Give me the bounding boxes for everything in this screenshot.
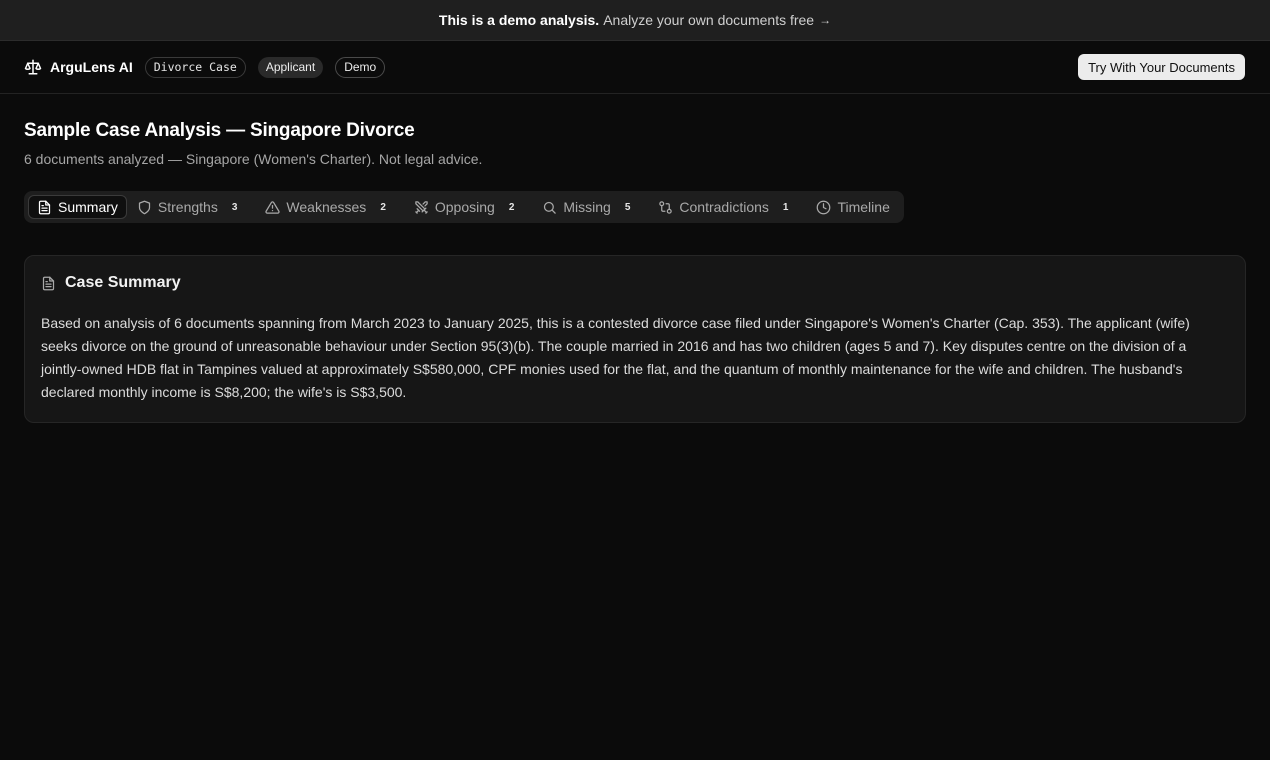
tab-label: Strengths (157, 199, 218, 215)
shield-icon (138, 200, 151, 214)
demo-chip: Demo (335, 56, 386, 78)
tab-count: 1 (782, 201, 789, 213)
tab-strengths[interactable]: Strengths 3 (129, 195, 256, 219)
tab-weaknesses[interactable]: Weaknesses 2 (257, 195, 403, 219)
tab-label: Contradictions (679, 199, 769, 215)
case-type-chip: Divorce Case (144, 56, 246, 78)
summary-text: Based on analysis of 6 documents spannin… (41, 315, 1190, 400)
document-icon (38, 200, 51, 214)
clock-icon (817, 200, 831, 214)
tab-missing[interactable]: Missing 5 (534, 195, 648, 219)
tab-opposing[interactable]: Opposing 2 (406, 195, 533, 219)
tab-count: 5 (624, 201, 631, 213)
tab-count: 3 (231, 201, 238, 213)
tab-label: Opposing (434, 199, 495, 215)
warning-icon (265, 200, 281, 214)
tab-contradictions[interactable]: Contradictions 1 (650, 195, 806, 219)
tab-count: 2 (380, 201, 386, 213)
card-title: Case Summary (65, 274, 181, 291)
demo-banner[interactable]: This is a demo analysis. Analyze your ow… (0, 0, 1270, 41)
brand[interactable]: ArguLens AI (24, 58, 133, 76)
tab-label: Summary (58, 199, 118, 215)
page-title: Sample Case Analysis — Singapore Divorce (24, 120, 415, 141)
tab-count: 2 (508, 201, 515, 213)
main-content: Sample Case Analysis — Singapore Divorce… (0, 94, 1270, 423)
try-with-documents-button[interactable]: Try With Your Documents (1078, 54, 1245, 80)
analysis-tabs: Summary Strengths 3 Weaknesses 2 Opposin… (24, 191, 904, 223)
banner-bold-text: This is a demo analysis. (438, 12, 600, 28)
document-icon (42, 276, 55, 290)
case-summary-card: Case Summary Based on analysis of 6 docu… (24, 255, 1246, 423)
brand-name: ArguLens AI (50, 59, 133, 75)
arrow-right-icon: → (819, 13, 832, 27)
page-subtitle: 6 documents analyzed — Singapore (Women'… (24, 151, 483, 167)
git-compare-icon (659, 200, 673, 214)
tab-label: Missing (563, 199, 611, 215)
role-chip: Applicant (257, 56, 324, 78)
swords-icon (415, 200, 428, 214)
top-navbar: ArguLens AI Divorce Case Applicant Demo … (0, 41, 1270, 94)
tab-timeline[interactable]: Timeline (808, 195, 897, 219)
card-header: Case Summary (41, 274, 1229, 292)
tab-summary[interactable]: Summary (28, 195, 127, 219)
scale-icon (24, 59, 42, 75)
banner-link-text[interactable]: Analyze your own documents free (603, 12, 814, 28)
tab-label: Timeline (837, 199, 890, 215)
search-icon (544, 201, 557, 214)
tab-label: Weaknesses (286, 199, 367, 215)
